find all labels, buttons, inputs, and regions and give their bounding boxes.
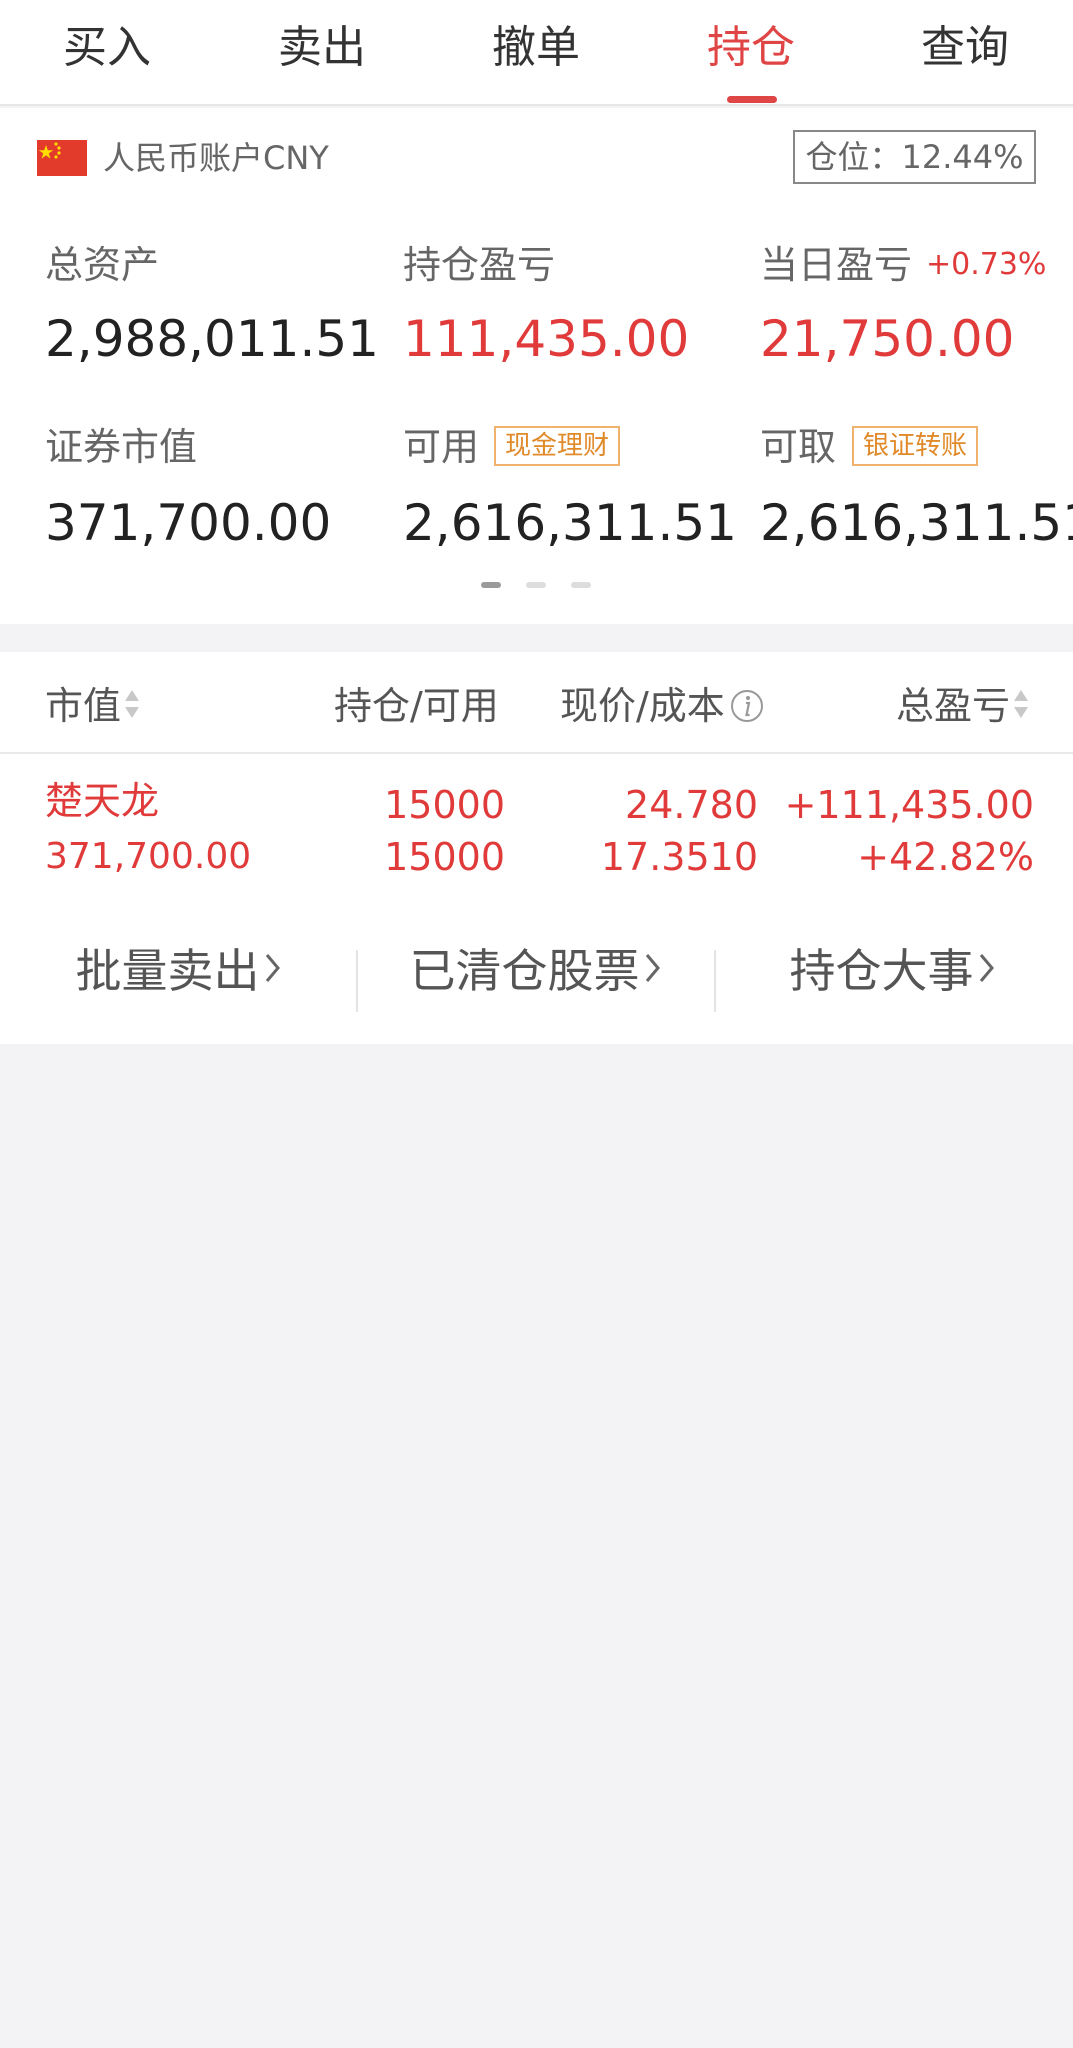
available-label: 可用 <box>403 425 480 469</box>
batch-sell-button[interactable]: 批量卖出 <box>0 936 357 1006</box>
holding-events-button[interactable]: 持仓大事 <box>714 936 1071 1006</box>
holdings-table: 市值 持仓/可用 现价/成本 总盈亏 楚天龙 371,700.00 15000 … <box>0 652 1073 894</box>
stock-name: 楚天龙 <box>45 779 160 823</box>
total-pnl-header-label: 总盈亏 <box>896 684 1011 728</box>
holding-events-label: 持仓大事 <box>789 944 974 998</box>
cash-management-tag[interactable]: 现金理财 <box>494 426 621 466</box>
holding-pnl-label: 持仓盈亏 <box>403 243 556 287</box>
tab-holdings[interactable]: 持仓 <box>661 18 841 78</box>
active-tab-indicator <box>727 96 777 103</box>
price-cost-column-header: 现价/成本 <box>560 678 765 734</box>
tab-cancel-order[interactable]: 撤单 <box>446 18 626 78</box>
stock-pnl-pct: +42.82% <box>857 835 1034 879</box>
position-available-column-header: 持仓/可用 <box>334 684 499 728</box>
total-assets-label: 总资产 <box>45 243 160 287</box>
market-value-column-header[interactable]: 市值 <box>45 678 141 734</box>
pager-dot-2[interactable] <box>526 582 546 588</box>
chevron-right-icon <box>979 954 994 982</box>
sort-arrows-icon <box>125 690 140 718</box>
stock-cost: 17.3510 <box>600 835 758 879</box>
holding-actions-bar: 批量卖出 已清仓股票 持仓大事 <box>0 892 1073 1044</box>
available-value: 2,616,311.51 <box>403 494 737 552</box>
tab-sell[interactable]: 卖出 <box>232 18 412 78</box>
stock-current-price: 24.780 <box>625 783 758 827</box>
price-cost-header-label: 现价/成本 <box>560 684 725 728</box>
batch-sell-label: 批量卖出 <box>75 944 260 998</box>
chevron-right-icon <box>265 954 280 982</box>
stock-position: 15000 <box>384 783 505 827</box>
withdrawable-label: 可取 <box>760 425 837 469</box>
stock-market-value: 371,700.00 <box>45 836 252 877</box>
tab-query[interactable]: 查询 <box>875 18 1055 78</box>
market-value-value: 371,700.00 <box>45 494 332 552</box>
holding-pnl-value: 111,435.00 <box>403 310 690 368</box>
chevron-right-icon <box>645 954 660 982</box>
market-value-header-label: 市值 <box>45 684 122 728</box>
pager-dot-3[interactable] <box>571 582 591 588</box>
daily-pnl-label: 当日盈亏 <box>760 243 913 287</box>
info-icon[interactable] <box>729 688 765 724</box>
daily-pnl-pct: +0.73% <box>926 247 1047 282</box>
bank-transfer-tag[interactable]: 银证转账 <box>852 426 979 466</box>
daily-pnl-value: 21,750.00 <box>760 310 1015 368</box>
sort-arrows-icon <box>1014 690 1029 718</box>
top-tab-bar: 买入 卖出 撤单 持仓 查询 <box>0 0 1073 106</box>
account-summary: 人民币账户CNY 仓位：12.44% 总资产 2,988,011.51 持仓盈亏… <box>0 108 1073 624</box>
stock-total-pnl: +111,435.00 <box>784 783 1034 827</box>
china-flag-icon <box>37 140 87 176</box>
position-ratio-badge: 仓位：12.44% <box>793 130 1036 184</box>
tab-buy[interactable]: 买入 <box>17 18 197 78</box>
total-assets-value: 2,988,011.51 <box>45 310 379 368</box>
withdrawable-value: 2,616,311.51 <box>760 494 1073 552</box>
stock-available: 15000 <box>384 835 505 879</box>
pager-dot-1[interactable] <box>481 582 501 588</box>
cleared-stocks-button[interactable]: 已清仓股票 <box>357 936 714 1006</box>
account-name: 人民币账户CNY <box>103 139 329 177</box>
total-pnl-column-header[interactable]: 总盈亏 <box>896 678 1030 734</box>
cleared-stocks-label: 已清仓股票 <box>409 944 640 998</box>
market-value-label: 证券市值 <box>45 425 198 469</box>
header-divider <box>0 752 1073 754</box>
